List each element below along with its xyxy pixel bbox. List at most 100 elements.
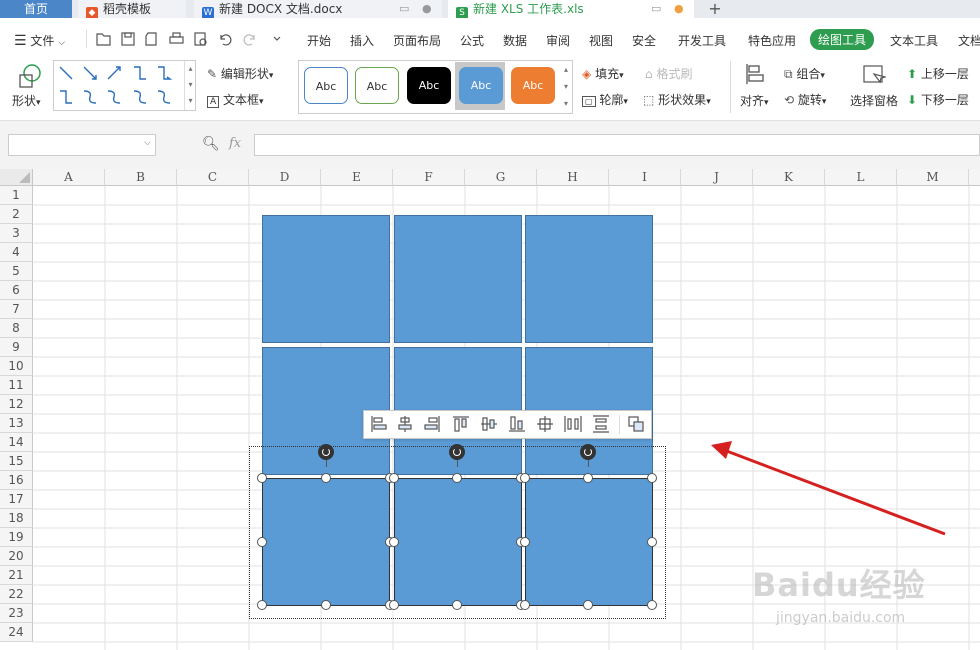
- fx-label[interactable]: fx: [229, 136, 241, 151]
- resize-handle[interactable]: [583, 473, 593, 483]
- tab-daoke[interactable]: ◆ 稻壳模板: [78, 0, 186, 19]
- resize-handle[interactable]: [257, 537, 267, 547]
- align-bottom-icon[interactable]: [506, 411, 528, 437]
- row-header-9[interactable]: 9: [0, 338, 33, 357]
- row-header-10[interactable]: 10: [0, 357, 33, 376]
- tab-xls[interactable]: S 新建 XLS 工作表.xls ▭ ●: [448, 0, 694, 19]
- group-shapes-icon[interactable]: [625, 411, 647, 437]
- select-all-corner[interactable]: [0, 169, 33, 186]
- row-header-24[interactable]: 24: [0, 623, 33, 642]
- redo-icon[interactable]: [243, 34, 255, 46]
- tab-doc-pin-icon[interactable]: ▭: [399, 0, 409, 18]
- name-box[interactable]: ⌵: [8, 134, 156, 156]
- column-header-l[interactable]: L: [825, 169, 897, 186]
- tab-xls-unsaved-icon[interactable]: ●: [674, 0, 684, 18]
- rotate-button[interactable]: ⟲ 旋转▾: [784, 91, 826, 108]
- tab-home[interactable]: 首页: [0, 0, 72, 18]
- row-header-13[interactable]: 13: [0, 414, 33, 433]
- row-header-8[interactable]: 8: [0, 319, 33, 338]
- align-center-both-icon[interactable]: [534, 411, 556, 437]
- row-header-18[interactable]: 18: [0, 509, 33, 528]
- new-tab-button[interactable]: +: [700, 0, 730, 18]
- menu-item-developer[interactable]: 开发工具: [678, 32, 726, 49]
- resize-handle[interactable]: [389, 473, 399, 483]
- menu-item-start[interactable]: 开始: [307, 32, 331, 49]
- resize-handle[interactable]: [389, 537, 399, 547]
- text-box-button[interactable]: A 文本框▾: [207, 91, 264, 108]
- rotate-handle-icon[interactable]: [449, 444, 465, 460]
- tab-doc[interactable]: W 新建 DOCX 文档.docx ▭ ●: [194, 0, 442, 19]
- row-header-14[interactable]: 14: [0, 433, 33, 452]
- column-header-d[interactable]: D: [249, 169, 321, 186]
- menu-item-document[interactable]: 文档: [958, 32, 980, 49]
- resize-handle[interactable]: [452, 600, 462, 610]
- resize-handle[interactable]: [321, 600, 331, 610]
- align-top-icon[interactable]: [450, 411, 472, 437]
- column-header-g[interactable]: G: [465, 169, 537, 186]
- file-menu[interactable]: ☰ 文件 ⌵: [14, 32, 65, 49]
- resize-handle[interactable]: [257, 600, 267, 610]
- align-center-icon[interactable]: [394, 411, 416, 437]
- column-header-j[interactable]: J: [681, 169, 753, 186]
- formula-input[interactable]: [254, 134, 980, 156]
- open-folder-icon[interactable]: [96, 33, 111, 46]
- column-header-a[interactable]: A: [33, 169, 105, 186]
- rotate-handle-icon[interactable]: [580, 444, 596, 460]
- resize-handle[interactable]: [520, 600, 530, 610]
- bring-forward-button[interactable]: ⬆ 上移一层: [907, 65, 969, 82]
- print-icon[interactable]: [169, 32, 184, 44]
- style-fill-orange[interactable]: Abc: [511, 67, 555, 104]
- resize-handle[interactable]: [647, 473, 657, 483]
- selection-pane-icon[interactable]: [862, 64, 886, 86]
- style-fill-black[interactable]: Abc: [407, 67, 451, 104]
- shapes-icon[interactable]: [17, 63, 43, 89]
- row-header-20[interactable]: 20: [0, 547, 33, 566]
- menu-item-data[interactable]: 数据: [503, 32, 527, 49]
- style-outline-blue[interactable]: Abc: [304, 67, 348, 104]
- fill-button[interactable]: ◈ 填充▾: [582, 65, 624, 82]
- column-header-m[interactable]: M: [897, 169, 969, 186]
- edit-shape-button[interactable]: ✎ 编辑形状▾: [207, 65, 273, 82]
- group-button[interactable]: ⧉ 组合▾: [784, 65, 825, 82]
- undo-icon[interactable]: [220, 34, 232, 46]
- menu-item-special[interactable]: 特色应用: [748, 32, 796, 49]
- style-outline-green[interactable]: Abc: [355, 67, 399, 104]
- menu-item-text-tools[interactable]: 文本工具: [890, 32, 938, 49]
- row-header-1[interactable]: 1: [0, 186, 33, 205]
- resize-handle[interactable]: [647, 537, 657, 547]
- row-header-12[interactable]: 12: [0, 395, 33, 414]
- row-header-22[interactable]: 22: [0, 585, 33, 604]
- row-header-19[interactable]: 19: [0, 528, 33, 547]
- shape-button[interactable]: 形状▾: [12, 92, 41, 109]
- menu-item-security[interactable]: 安全: [632, 32, 656, 49]
- menu-item-view[interactable]: 视图: [589, 32, 613, 49]
- row-header-17[interactable]: 17: [0, 490, 33, 509]
- shape-effect-button[interactable]: ⬚ 形状效果▾: [643, 91, 711, 108]
- rotate-handle-icon[interactable]: [318, 444, 334, 460]
- column-header-c[interactable]: C: [177, 169, 249, 186]
- gallery-scroll[interactable]: ▴ ▾ ▾: [184, 61, 196, 110]
- save-icon[interactable]: [121, 32, 135, 46]
- format-painter-button[interactable]: ⌂ 格式刷: [645, 65, 692, 82]
- row-header-4[interactable]: 4: [0, 243, 33, 262]
- resize-handle[interactable]: [520, 473, 530, 483]
- row-header-11[interactable]: 11: [0, 376, 33, 395]
- resize-handle[interactable]: [647, 600, 657, 610]
- menu-item-drawing-tools[interactable]: 绘图工具: [810, 29, 875, 50]
- row-header-23[interactable]: 23: [0, 604, 33, 623]
- rectangle-shape[interactable]: [394, 215, 522, 343]
- selection-pane-button[interactable]: 选择窗格: [850, 92, 898, 109]
- rectangle-shape[interactable]: [525, 215, 653, 343]
- outline-button[interactable]: ▢ 轮廓▾: [582, 91, 628, 108]
- row-header-16[interactable]: 16: [0, 471, 33, 490]
- style-fill-blue[interactable]: Abc: [459, 67, 503, 104]
- row-header-15[interactable]: 15: [0, 452, 33, 471]
- resize-handle[interactable]: [257, 473, 267, 483]
- send-backward-button[interactable]: ⬇ 下移一层: [907, 91, 969, 108]
- align-button[interactable]: 对齐▾: [740, 92, 769, 109]
- tab-doc-close-icon[interactable]: ●: [422, 0, 432, 18]
- row-header-7[interactable]: 7: [0, 300, 33, 319]
- column-header-i[interactable]: I: [609, 169, 681, 186]
- row-header-3[interactable]: 3: [0, 224, 33, 243]
- menu-item-review[interactable]: 审阅: [546, 32, 570, 49]
